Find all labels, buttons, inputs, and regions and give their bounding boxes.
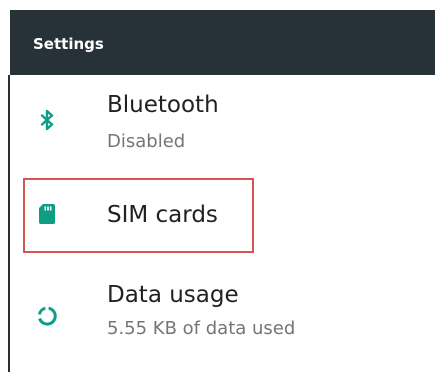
top-border bbox=[0, 0, 435, 10]
settings-item-bluetooth[interactable]: Bluetooth Disabled bbox=[10, 75, 435, 170]
data-usage-summary: 5.55 KB of data used bbox=[107, 318, 296, 339]
bluetooth-summary: Disabled bbox=[107, 131, 186, 152]
app-bar: Settings bbox=[10, 10, 435, 75]
page-title: Settings bbox=[33, 35, 104, 53]
data-usage-label: Data usage bbox=[107, 282, 239, 308]
sim-cards-label: SIM cards bbox=[107, 202, 218, 228]
settings-item-sim-cards[interactable]: SIM cards bbox=[10, 170, 435, 265]
settings-item-data-usage[interactable]: Data usage 5.55 KB of data used bbox=[10, 265, 435, 372]
sim-card-icon bbox=[39, 204, 55, 224]
bluetooth-icon bbox=[40, 109, 54, 131]
bluetooth-label: Bluetooth bbox=[107, 92, 219, 118]
data-usage-icon bbox=[37, 306, 57, 326]
